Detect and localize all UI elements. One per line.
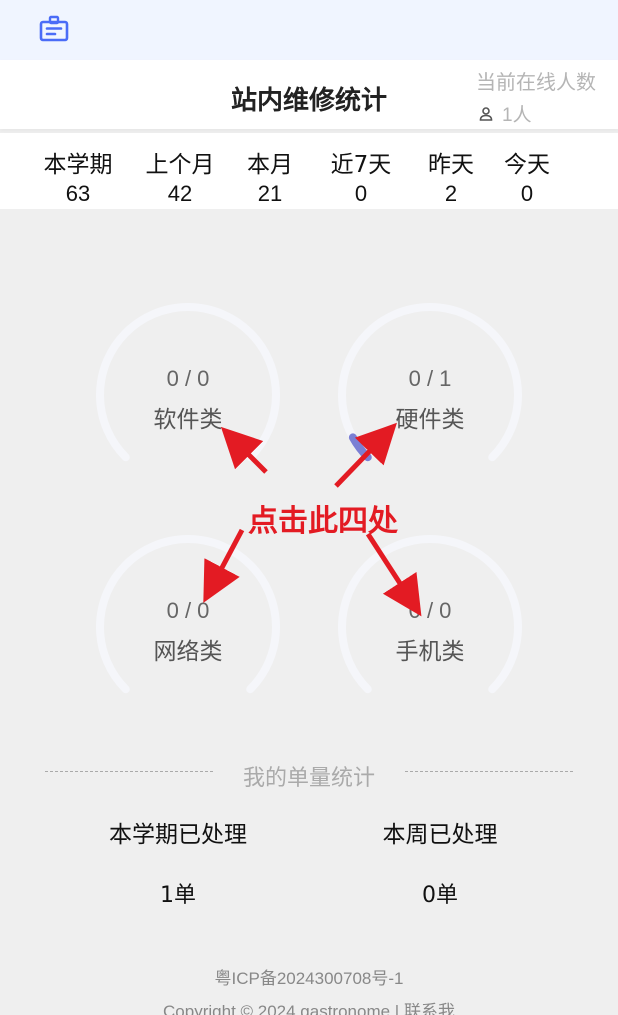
- top-bar: [0, 0, 618, 60]
- gauge-value: 0 / 0: [408, 598, 452, 623]
- footer-separator: |: [390, 1002, 404, 1015]
- my-stat-label: 本周已处理: [382, 822, 498, 848]
- stat-semester[interactable]: 本学期 63: [40, 145, 116, 207]
- stat-value: 21: [257, 181, 283, 206]
- online-count: 1人: [502, 105, 532, 126]
- my-stat-week: 本周已处理 0单: [320, 815, 560, 909]
- copyright-text: Copyright © 2024 gastronome: [163, 1002, 391, 1015]
- gauge-value: 0 / 0: [166, 366, 210, 391]
- stat-last-7-days[interactable]: 近7天 0: [325, 145, 397, 207]
- online-label: 当前在线人数: [476, 70, 596, 94]
- gauge-phone[interactable]: 0 / 0 手机类: [330, 532, 530, 732]
- gauge-software[interactable]: 0 / 0 软件类: [88, 300, 288, 500]
- footer: 粤ICP备2024300708号-1 Copyright © 2024 gast…: [0, 964, 618, 1015]
- my-stats-title: 我的单量统计: [242, 766, 375, 791]
- stat-today[interactable]: 今天 0: [500, 145, 554, 207]
- stat-value: 0: [354, 181, 368, 206]
- stat-last-month[interactable]: 上个月 42: [142, 145, 218, 207]
- stat-label: 本月: [247, 152, 293, 178]
- my-stat-label: 本学期已处理: [109, 822, 247, 848]
- stat-this-month[interactable]: 本月 21: [240, 145, 300, 207]
- my-stat-value: 0单: [422, 883, 458, 908]
- gauge-name: 手机类: [395, 639, 465, 665]
- stat-label: 今天: [504, 152, 550, 178]
- stat-yesterday[interactable]: 昨天 2: [424, 145, 478, 207]
- online-users: 当前在线人数 1人: [476, 66, 616, 126]
- divider-line-right: [405, 771, 573, 772]
- page-header: 站内维修统计 当前在线人数 1人: [0, 60, 618, 129]
- stat-label: 本学期: [43, 152, 113, 178]
- my-stat-value: 1单: [160, 883, 196, 908]
- contact-link[interactable]: 联系我: [404, 1002, 455, 1015]
- gauge-value: 0 / 0: [166, 598, 210, 623]
- gauge-name: 软件类: [153, 407, 223, 433]
- my-stats-divider: 我的单量统计: [0, 760, 618, 791]
- stats-row: 本学期 63 上个月 42 本月 21 近7天 0 昨天 2 今天 0: [0, 133, 618, 209]
- gauge-value: 0 / 1: [408, 366, 452, 391]
- stat-label: 上个月: [145, 152, 215, 178]
- online-count-row: 1人: [476, 100, 532, 127]
- id-card-icon[interactable]: [38, 14, 70, 44]
- icp-link[interactable]: 粤ICP备2024300708号-1: [0, 964, 618, 989]
- stat-value: 2: [444, 181, 458, 206]
- footer-copyright-line: Copyright © 2024 gastronome | 联系我: [0, 997, 618, 1015]
- stat-label: 近7天: [330, 152, 392, 178]
- stat-label: 昨天: [428, 152, 474, 178]
- my-stat-semester: 本学期已处理 1单: [58, 815, 298, 909]
- gauge-name: 硬件类: [395, 407, 465, 433]
- user-icon: [479, 106, 493, 121]
- stat-value: 63: [65, 181, 91, 206]
- stat-value: 0: [520, 181, 534, 206]
- gauge-hardware[interactable]: 0 / 1 硬件类: [330, 300, 530, 500]
- gauge-network[interactable]: 0 / 0 网络类: [88, 532, 288, 732]
- gauge-name: 网络类: [153, 639, 223, 665]
- stat-value: 42: [167, 181, 193, 206]
